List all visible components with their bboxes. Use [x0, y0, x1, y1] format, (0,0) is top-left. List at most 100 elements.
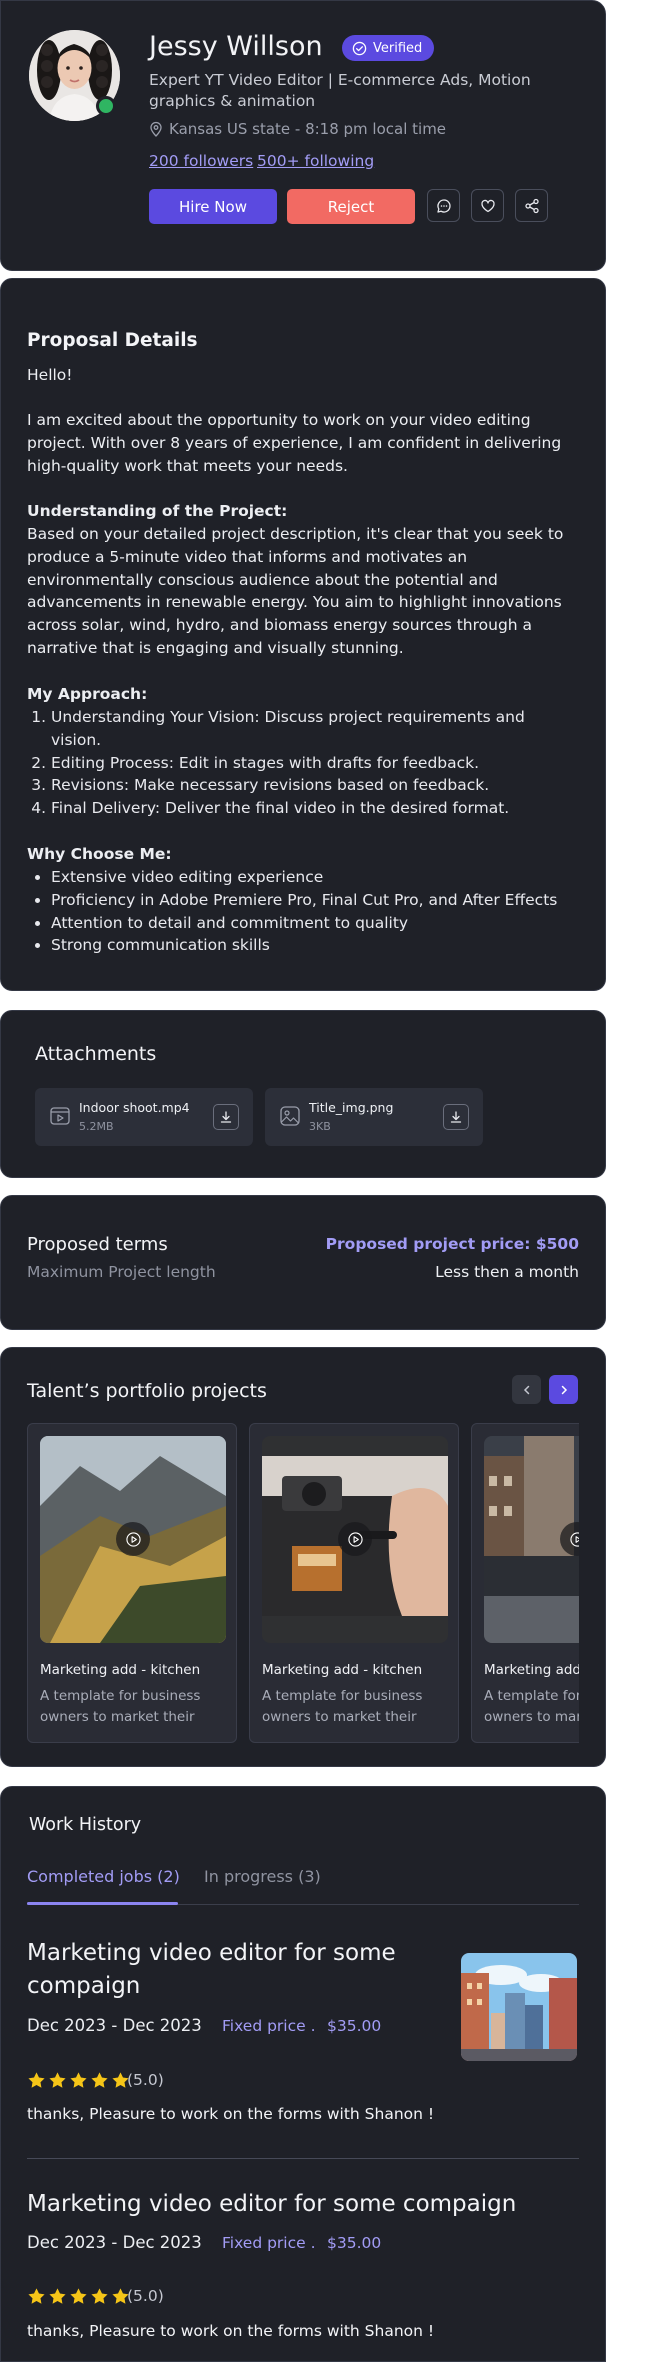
portfolio-item-desc: A template for business owners to market…	[40, 1688, 201, 1725]
portfolio-carousel[interactable]: Marketing add - kitchen A template for b…	[27, 1423, 579, 1743]
play-button[interactable]	[338, 1522, 372, 1556]
reject-button[interactable]: Reject	[287, 189, 415, 224]
download-button[interactable]	[213, 1104, 239, 1130]
job-rating: (5.0)	[127, 2071, 164, 2089]
following-link[interactable]: 500+ following	[257, 152, 374, 170]
attachments-card: Attachments Indoor shoot.mp4 5.2MB Title…	[0, 1010, 606, 1178]
job-review: thanks, Pleasure to work on the forms wi…	[27, 2105, 435, 2123]
portfolio-item-name: Marketing add - kitchen	[484, 1662, 579, 1678]
profile-name: Jessy Willson	[149, 31, 323, 62]
heart-icon	[480, 199, 495, 212]
attachment-size: 3KB	[309, 1120, 331, 1133]
star-icon	[91, 2072, 108, 2088]
attachments-title: Attachments	[35, 1043, 157, 1065]
portfolio-title: Talent’s portfolio projects	[27, 1380, 267, 1402]
approach-item: Revisions: Make necessary revisions base…	[51, 774, 567, 797]
job-price: $35.00	[327, 2017, 382, 2035]
proposal-details-card: Proposal Details Hello! I am excited abo…	[0, 278, 606, 991]
tab-completed-jobs[interactable]: Completed jobs (2)	[27, 1867, 180, 1886]
followers-link[interactable]: 200 followers	[149, 152, 253, 170]
verified-label: Verified	[373, 40, 423, 56]
approach-heading: My Approach:	[27, 685, 148, 703]
approach-list: Understanding Your Vision: Discuss proje…	[27, 706, 567, 820]
job-dates: Dec 2023 - Dec 2023	[27, 2233, 202, 2252]
profile-card: Jessy Willson Verified Expert YT Video E…	[0, 0, 606, 271]
approach-item: Editing Process: Edit in stages with dra…	[51, 752, 567, 775]
attachment-size: 5.2MB	[79, 1120, 114, 1133]
chevron-left-icon	[523, 1385, 529, 1394]
attachment-name: Title_img.png	[309, 1100, 394, 1115]
star-icon	[49, 2288, 66, 2304]
proposed-terms-card: Proposed terms Maximum Project length Pr…	[0, 1195, 606, 1330]
portfolio-thumbnail	[484, 1436, 579, 1643]
tab-in-progress[interactable]: In progress (3)	[204, 1867, 321, 1886]
job-rating: (5.0)	[127, 2287, 164, 2305]
why-item: Strong communication skills	[51, 934, 567, 957]
star-icon	[28, 2072, 45, 2088]
star-icon	[28, 2288, 45, 2304]
job-divider	[27, 2158, 579, 2159]
proposal-intro: I am excited about the opportunity to wo…	[27, 411, 562, 475]
portfolio-card: Talent’s portfolio projects Marketing ad…	[0, 1347, 606, 1767]
attachment-item[interactable]: Title_img.png 3KB	[265, 1088, 483, 1146]
terms-price: Proposed project price: $500	[325, 1235, 579, 1253]
verified-check-icon	[352, 41, 367, 55]
portfolio-item-desc: A template for business owners to market…	[262, 1688, 423, 1725]
download-icon	[220, 1111, 232, 1123]
portfolio-item[interactable]: Marketing add - kitchen A template for b…	[471, 1423, 579, 1743]
attachment-name: Indoor shoot.mp4	[79, 1100, 190, 1115]
job-price-type: Fixed price .	[222, 2234, 316, 2252]
job-title[interactable]: Marketing video editor for some compaign	[27, 1937, 447, 2003]
download-button[interactable]	[443, 1104, 469, 1130]
hire-now-button[interactable]: Hire Now	[149, 189, 277, 224]
profile-headline: Expert YT Video Editor | E-commerce Ads,…	[149, 71, 531, 110]
image-file-icon	[280, 1106, 300, 1126]
approach-item: Understanding Your Vision: Discuss proje…	[51, 706, 567, 752]
portfolio-prev-button[interactable]	[512, 1375, 541, 1404]
online-status-dot	[96, 96, 116, 116]
message-button[interactable]	[427, 189, 460, 222]
why-list: Extensive video editing experience Profi…	[27, 866, 567, 957]
approach-item: Final Delivery: Deliver the final video …	[51, 797, 567, 820]
proposal-title: Proposal Details	[27, 330, 198, 351]
share-icon	[524, 198, 539, 213]
job-thumbnail	[461, 1953, 577, 2061]
star-icon	[91, 2288, 108, 2304]
terms-length-label: Maximum Project length	[27, 1263, 216, 1281]
portfolio-thumbnail	[40, 1436, 226, 1643]
portfolio-item-name: Marketing add - kitchen	[262, 1662, 423, 1678]
chevron-right-icon	[561, 1385, 567, 1394]
play-button[interactable]	[116, 1522, 150, 1556]
job-price-type: Fixed price .	[222, 2017, 316, 2035]
understanding-text: Based on your detailed project descripti…	[27, 525, 564, 657]
download-icon	[450, 1111, 462, 1123]
portfolio-item[interactable]: Marketing add - kitchen A template for b…	[249, 1423, 459, 1743]
attachment-item[interactable]: Indoor shoot.mp4 5.2MB	[35, 1088, 253, 1146]
portfolio-item[interactable]: Marketing add - kitchen A template for b…	[27, 1423, 237, 1743]
favorite-button[interactable]	[471, 189, 504, 222]
understanding-heading: Understanding of the Project:	[27, 502, 288, 520]
star-icon	[70, 2288, 87, 2304]
job-review: thanks, Pleasure to work on the forms wi…	[27, 2322, 435, 2340]
why-heading: Why Choose Me:	[27, 845, 172, 863]
job-title[interactable]: Marketing video editor for some compaign	[27, 2188, 587, 2221]
portfolio-next-button[interactable]	[549, 1375, 578, 1404]
chat-bubble-icon	[436, 198, 451, 213]
star-icon	[70, 2072, 87, 2088]
portfolio-item-name: Marketing add - kitchen	[40, 1662, 201, 1678]
why-item: Extensive video editing experience	[51, 866, 567, 889]
avatar-container	[29, 30, 120, 121]
location-pin-icon	[150, 121, 162, 137]
work-history-card: Work History Completed jobs (2) In progr…	[0, 1786, 606, 2362]
portfolio-item-desc: A template for business owners to market…	[484, 1688, 579, 1725]
play-icon	[125, 1531, 141, 1547]
work-history-title: Work History	[29, 1815, 142, 1835]
play-icon	[569, 1531, 579, 1547]
star-icon	[49, 2072, 66, 2088]
job-stars	[27, 2287, 130, 2306]
share-button[interactable]	[515, 189, 548, 222]
profile-location: Kansas US state - 8:18 pm local time	[149, 120, 446, 138]
why-item: Attention to detail and commitment to qu…	[51, 912, 567, 935]
terms-length-value: Less then a month	[435, 1263, 579, 1281]
terms-title: Proposed terms	[27, 1234, 168, 1255]
